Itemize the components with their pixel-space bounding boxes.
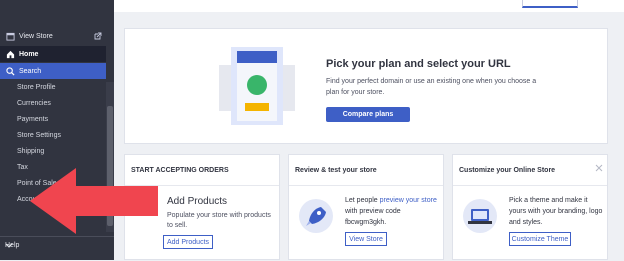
plan-card: Pick your plan and select your URL Find … [124,28,608,144]
plan-illustration [219,43,299,133]
sidebar-item-store-settings[interactable]: Store Settings [17,129,103,143]
divider [289,185,443,186]
external-link-icon [94,32,102,40]
plan-title: Pick your plan and select your URL [326,58,511,70]
search-icon [5,66,15,76]
sidebar-item-store-profile[interactable]: Store Profile [17,81,103,95]
card-header: Customize your Online Store [459,167,556,174]
customize-theme-button[interactable]: Customize Theme [509,232,571,246]
review-text-after: with preview code [345,208,401,215]
sidebar-item-payments[interactable]: Payments [17,113,103,127]
preview-store-link[interactable]: preview your store [380,197,437,204]
sidebar-search[interactable]: Search [0,63,106,79]
review-store-card: Review & test your store Let people prev… [288,154,444,260]
sidebar-item-label: Home [19,50,39,58]
compare-plans-button[interactable]: Compare plans [326,107,410,122]
divider [453,185,607,186]
chevron-down-icon [5,241,13,249]
top-header-button[interactable] [522,0,578,8]
customize-text: Pick a theme and make it yours with your… [509,197,603,226]
add-products-button[interactable]: Add Products [163,235,213,249]
help-menu[interactable]: Help [0,236,114,261]
home-icon [5,49,15,59]
close-icon[interactable] [595,159,603,172]
view-store-label: View Store [19,32,53,40]
card-header: Review & test your store [295,167,377,174]
laptop-icon [463,199,497,233]
customize-store-card: Customize your Online Store Pick a theme… [452,154,608,260]
plan-description: Find your perfect domain or use an exist… [326,78,537,96]
search-label: Search [19,67,42,75]
card-text: Populate your store with products to sel… [167,212,271,229]
rocket-icon [299,199,333,233]
review-text: Let people preview your store with previ… [345,195,441,228]
preview-code: fbcwgm3gkh. [345,219,387,226]
card-title: Add Products [167,196,228,207]
sidebar-item-home[interactable]: Home [0,46,106,62]
view-store-link[interactable]: View Store [0,28,106,44]
view-store-button[interactable]: View Store [345,232,387,246]
review-text-before: Let people [345,197,380,204]
sidebar-item-shipping[interactable]: Shipping [17,145,103,159]
red-arrow-annotation [30,168,160,234]
sidebar-item-currencies[interactable]: Currencies [17,97,103,111]
storefront-icon [5,31,15,41]
